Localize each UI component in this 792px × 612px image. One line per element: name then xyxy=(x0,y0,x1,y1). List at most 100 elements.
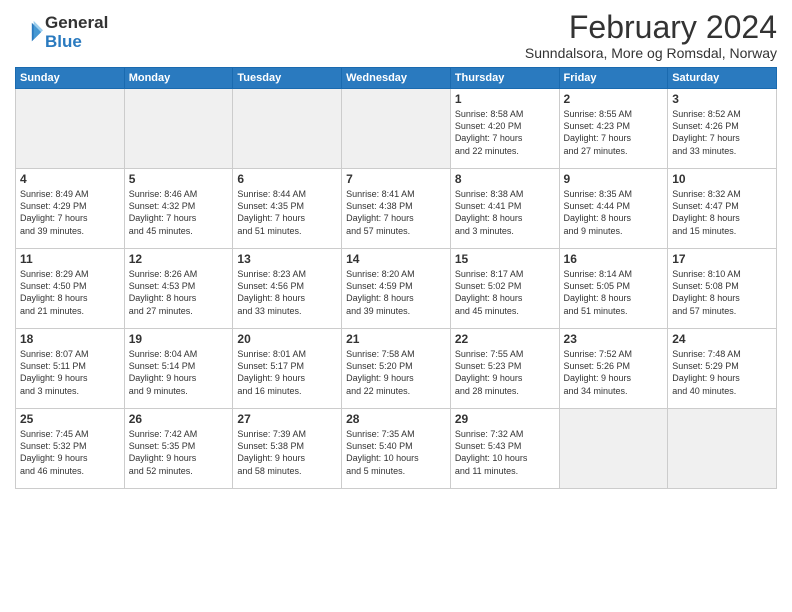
day-info: Sunrise: 8:46 AM Sunset: 4:32 PM Dayligh… xyxy=(129,188,229,237)
day-cell: 29 Sunrise: 7:32 AM Sunset: 5:43 PM Dayli… xyxy=(450,409,559,489)
day-number: 5 xyxy=(129,172,229,186)
day-cell: 1Sunrise: 8:58 AM Sunset: 4:20 PM Daylig… xyxy=(450,89,559,169)
logo-text: General Blue xyxy=(45,14,108,51)
logo-blue: Blue xyxy=(45,33,108,52)
day-number: 14 xyxy=(346,252,446,266)
header-cell-monday: Monday xyxy=(124,68,233,89)
day-cell: 17 Sunrise: 8:10 AM Sunset: 5:08 PM Dayli… xyxy=(668,249,777,329)
day-cell: 5 Sunrise: 8:46 AM Sunset: 4:32 PM Daylig… xyxy=(124,169,233,249)
day-cell: 16 Sunrise: 8:14 AM Sunset: 5:05 PM Dayli… xyxy=(559,249,668,329)
day-number: 17 xyxy=(672,252,772,266)
day-info: Sunrise: 8:55 AM Sunset: 4:23 PM Dayligh… xyxy=(564,108,664,157)
day-info: Sunrise: 8:58 AM Sunset: 4:20 PM Dayligh… xyxy=(455,108,555,157)
day-number: 2 xyxy=(564,92,664,106)
day-info: Sunrise: 8:20 AM Sunset: 4:59 PM Dayligh… xyxy=(346,268,446,317)
month-title: February 2024 xyxy=(525,10,777,45)
header-row: SundayMondayTuesdayWednesdayThursdayFrid… xyxy=(16,68,777,89)
day-number: 26 xyxy=(129,412,229,426)
day-cell: 11 Sunrise: 8:29 AM Sunset: 4:50 PM Dayli… xyxy=(16,249,125,329)
header: General Blue February 2024 Sunndalsora, … xyxy=(15,10,777,61)
logo-general: General xyxy=(45,14,108,33)
day-cell: 23 Sunrise: 7:52 AM Sunset: 5:26 PM Dayli… xyxy=(559,329,668,409)
day-number: 24 xyxy=(672,332,772,346)
header-cell-wednesday: Wednesday xyxy=(342,68,451,89)
day-info: Sunrise: 8:32 AM Sunset: 4:47 PM Dayligh… xyxy=(672,188,772,237)
day-info: Sunrise: 8:41 AM Sunset: 4:38 PM Dayligh… xyxy=(346,188,446,237)
day-number: 12 xyxy=(129,252,229,266)
location-title: Sunndalsora, More og Romsdal, Norway xyxy=(525,45,777,61)
day-number: 22 xyxy=(455,332,555,346)
day-number: 27 xyxy=(237,412,337,426)
week-row-1: 4 Sunrise: 8:49 AM Sunset: 4:29 PM Daylig… xyxy=(16,169,777,249)
header-cell-sunday: Sunday xyxy=(16,68,125,89)
title-section: February 2024 Sunndalsora, More og Romsd… xyxy=(525,10,777,61)
header-cell-saturday: Saturday xyxy=(668,68,777,89)
day-number: 28 xyxy=(346,412,446,426)
day-cell: 10 Sunrise: 8:32 AM Sunset: 4:47 PM Dayli… xyxy=(668,169,777,249)
day-number: 10 xyxy=(672,172,772,186)
day-cell: 8 Sunrise: 8:38 AM Sunset: 4:41 PM Daylig… xyxy=(450,169,559,249)
day-number: 11 xyxy=(20,252,120,266)
logo-icon xyxy=(15,19,43,47)
day-cell: 7 Sunrise: 8:41 AM Sunset: 4:38 PM Daylig… xyxy=(342,169,451,249)
day-info: Sunrise: 8:01 AM Sunset: 5:17 PM Dayligh… xyxy=(237,348,337,397)
day-cell: 19 Sunrise: 8:04 AM Sunset: 5:14 PM Dayli… xyxy=(124,329,233,409)
day-cell: 2 Sunrise: 8:55 AM Sunset: 4:23 PM Daylig… xyxy=(559,89,668,169)
day-cell: 12 Sunrise: 8:26 AM Sunset: 4:53 PM Dayli… xyxy=(124,249,233,329)
day-number: 3 xyxy=(672,92,772,106)
day-number: 13 xyxy=(237,252,337,266)
week-row-4: 25 Sunrise: 7:45 AM Sunset: 5:32 PM Dayli… xyxy=(16,409,777,489)
day-number: 16 xyxy=(564,252,664,266)
day-number: 29 xyxy=(455,412,555,426)
day-cell: 26Sunrise: 7:42 AM Sunset: 5:35 PM Dayli… xyxy=(124,409,233,489)
day-info: Sunrise: 7:39 AM Sunset: 5:38 PM Dayligh… xyxy=(237,428,337,477)
day-cell: 27 Sunrise: 7:39 AM Sunset: 5:38 PM Dayli… xyxy=(233,409,342,489)
week-row-3: 18Sunrise: 8:07 AM Sunset: 5:11 PM Dayli… xyxy=(16,329,777,409)
header-cell-friday: Friday xyxy=(559,68,668,89)
week-row-2: 11 Sunrise: 8:29 AM Sunset: 4:50 PM Dayli… xyxy=(16,249,777,329)
day-info: Sunrise: 8:26 AM Sunset: 4:53 PM Dayligh… xyxy=(129,268,229,317)
day-info: Sunrise: 7:45 AM Sunset: 5:32 PM Dayligh… xyxy=(20,428,120,477)
calendar-table: SundayMondayTuesdayWednesdayThursdayFrid… xyxy=(15,67,777,489)
header-cell-thursday: Thursday xyxy=(450,68,559,89)
day-number: 8 xyxy=(455,172,555,186)
day-number: 21 xyxy=(346,332,446,346)
day-info: Sunrise: 8:29 AM Sunset: 4:50 PM Dayligh… xyxy=(20,268,120,317)
day-number: 23 xyxy=(564,332,664,346)
day-number: 25 xyxy=(20,412,120,426)
day-info: Sunrise: 8:49 AM Sunset: 4:29 PM Dayligh… xyxy=(20,188,120,237)
day-info: Sunrise: 8:14 AM Sunset: 5:05 PM Dayligh… xyxy=(564,268,664,317)
day-cell xyxy=(342,89,451,169)
day-info: Sunrise: 8:10 AM Sunset: 5:08 PM Dayligh… xyxy=(672,268,772,317)
day-number: 6 xyxy=(237,172,337,186)
day-cell: 25 Sunrise: 7:45 AM Sunset: 5:32 PM Dayli… xyxy=(16,409,125,489)
day-number: 4 xyxy=(20,172,120,186)
day-number: 19 xyxy=(129,332,229,346)
day-number: 7 xyxy=(346,172,446,186)
header-cell-tuesday: Tuesday xyxy=(233,68,342,89)
day-info: Sunrise: 7:32 AM Sunset: 5:43 PM Dayligh… xyxy=(455,428,555,477)
day-info: Sunrise: 8:23 AM Sunset: 4:56 PM Dayligh… xyxy=(237,268,337,317)
day-number: 9 xyxy=(564,172,664,186)
day-cell: 4 Sunrise: 8:49 AM Sunset: 4:29 PM Daylig… xyxy=(16,169,125,249)
day-info: Sunrise: 7:58 AM Sunset: 5:20 PM Dayligh… xyxy=(346,348,446,397)
logo: General Blue xyxy=(15,14,108,51)
day-info: Sunrise: 8:35 AM Sunset: 4:44 PM Dayligh… xyxy=(564,188,664,237)
day-info: Sunrise: 8:44 AM Sunset: 4:35 PM Dayligh… xyxy=(237,188,337,237)
day-info: Sunrise: 8:38 AM Sunset: 4:41 PM Dayligh… xyxy=(455,188,555,237)
day-cell: 21 Sunrise: 7:58 AM Sunset: 5:20 PM Dayli… xyxy=(342,329,451,409)
day-number: 18 xyxy=(20,332,120,346)
day-cell xyxy=(668,409,777,489)
page: General Blue February 2024 Sunndalsora, … xyxy=(0,0,792,612)
day-info: Sunrise: 8:04 AM Sunset: 5:14 PM Dayligh… xyxy=(129,348,229,397)
day-info: Sunrise: 7:52 AM Sunset: 5:26 PM Dayligh… xyxy=(564,348,664,397)
week-row-0: 1Sunrise: 8:58 AM Sunset: 4:20 PM Daylig… xyxy=(16,89,777,169)
day-number: 15 xyxy=(455,252,555,266)
day-info: Sunrise: 7:48 AM Sunset: 5:29 PM Dayligh… xyxy=(672,348,772,397)
day-info: Sunrise: 8:17 AM Sunset: 5:02 PM Dayligh… xyxy=(455,268,555,317)
day-cell: 14 Sunrise: 8:20 AM Sunset: 4:59 PM Dayli… xyxy=(342,249,451,329)
day-cell: 9 Sunrise: 8:35 AM Sunset: 4:44 PM Daylig… xyxy=(559,169,668,249)
day-cell: 6 Sunrise: 8:44 AM Sunset: 4:35 PM Daylig… xyxy=(233,169,342,249)
day-cell: 22Sunrise: 7:55 AM Sunset: 5:23 PM Dayli… xyxy=(450,329,559,409)
day-cell: 3Sunrise: 8:52 AM Sunset: 4:26 PM Daylig… xyxy=(668,89,777,169)
